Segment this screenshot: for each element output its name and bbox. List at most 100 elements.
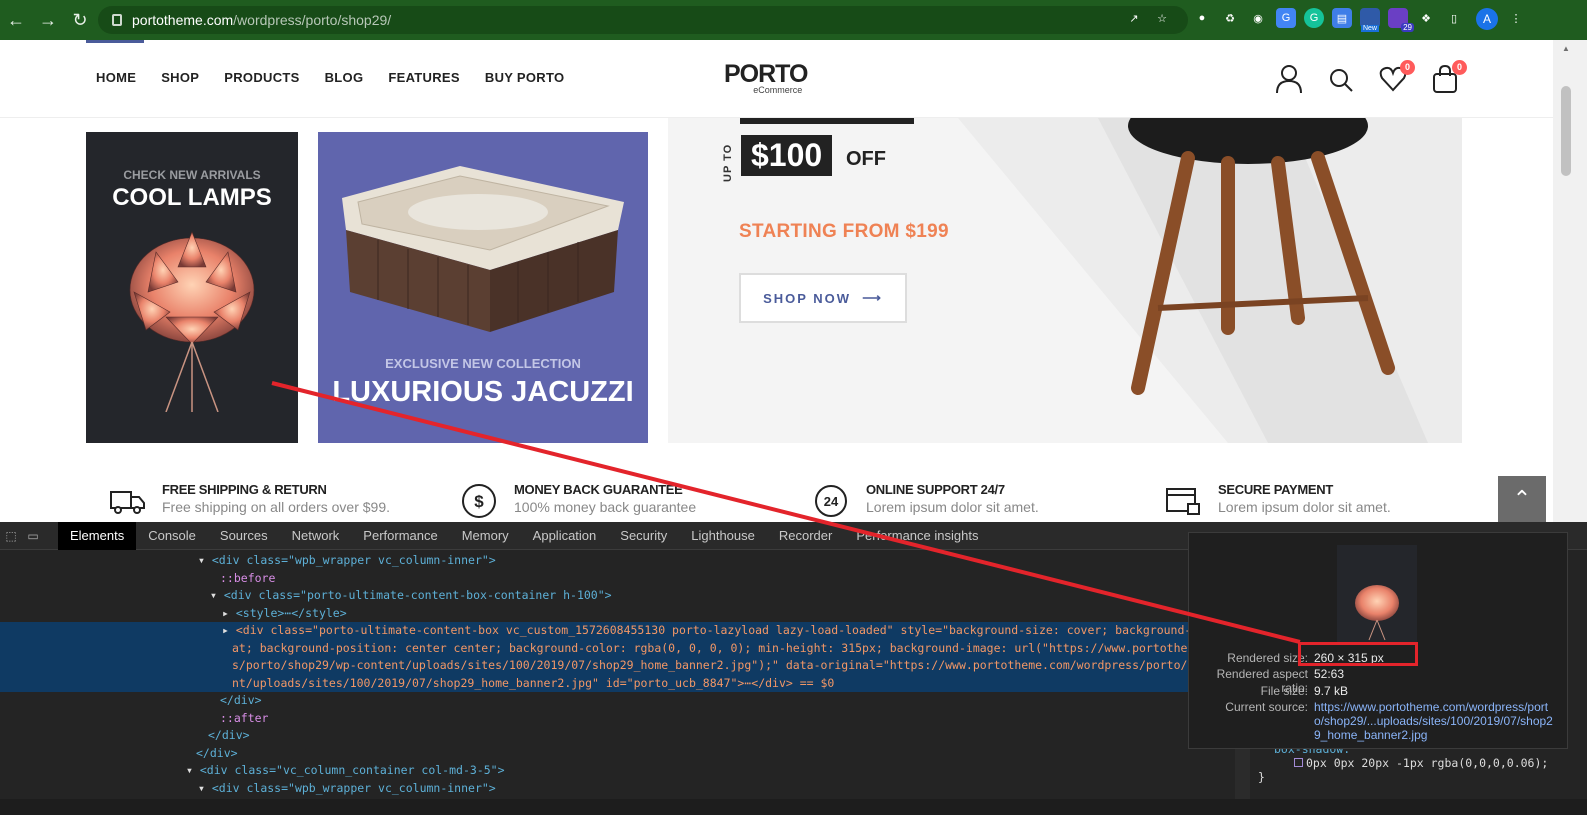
tooltip-row-current-source: Current source: https://www.portotheme.co…	[1189, 700, 1569, 742]
dom-line[interactable]: ::after	[0, 710, 1250, 728]
svg-text:$: $	[474, 492, 484, 511]
address-bar[interactable]: portotheme.com/wordpress/porto/shop29/	[98, 6, 1188, 34]
dom-tree: ▾ <div class="wpb_wrapper vc_column-inne…	[0, 552, 1250, 797]
feature-title: FREE SHIPPING & RETURN	[162, 482, 327, 497]
banner-luxurious-jacuzzi[interactable]: EXCLUSIVE NEW COLLECTION LUXURIOUS JACUZ…	[318, 132, 648, 443]
tab-performance[interactable]: Performance	[351, 522, 449, 550]
arrow-right-icon: ⟶	[862, 290, 883, 305]
tab-memory[interactable]: Memory	[450, 522, 521, 550]
dom-line[interactable]: ▾ <div class="vc_column_container col-md…	[0, 762, 1250, 780]
dom-line-text: <div class="porto-ultimate-content-box v…	[235, 623, 1250, 637]
dom-line[interactable]: ::before	[0, 570, 1250, 588]
feature-support: 24 ONLINE SUPPORT 24/7 Lorem ipsum dolor …	[812, 482, 1164, 520]
menu-features[interactable]: FEATURES	[388, 70, 460, 85]
dom-line-selected[interactable]: nt/uploads/sites/100/2019/07/shop29_home…	[0, 674, 1250, 692]
tab-application[interactable]: Application	[521, 522, 609, 550]
jacuzzi-banner-title: LUXURIOUS JACUZZI	[332, 376, 634, 408]
main-menu: HOME SHOP PRODUCTS BLOG FEATURES BUY POR…	[96, 70, 589, 85]
dom-line[interactable]: ▸ <style>⋯</style>	[0, 605, 1250, 623]
tab-security[interactable]: Security	[608, 522, 679, 550]
search-icon[interactable]	[1327, 64, 1355, 94]
share-icon[interactable]: ↗	[1124, 8, 1144, 28]
extensions-bar: ↗ ☆ ● ♻ ◉ G G ▤ New 29 ❖ ▯ A ⋮	[1124, 8, 1526, 32]
back-icon[interactable]: ←	[0, 10, 32, 31]
tab-network[interactable]: Network	[280, 522, 352, 550]
feature-desc: Lorem ipsum dolor sit amet.	[866, 499, 1039, 515]
feature-shipping: FREE SHIPPING & RETURN Free shipping on a…	[108, 482, 460, 520]
dom-line[interactable]: ▾ <div class="wpb_wrapper vc_column-inne…	[0, 780, 1250, 798]
hat-extension-icon[interactable]: 29	[1388, 8, 1414, 32]
feature-desc: Lorem ipsum dolor sit amet.	[1218, 499, 1391, 515]
forward-icon[interactable]: →	[32, 10, 64, 31]
style-value[interactable]: 0px 0px 20px -1px rgba(0,0,0,0.06);	[1254, 756, 1570, 770]
secure-card-icon	[1166, 488, 1200, 515]
docs-icon[interactable]: ▤	[1332, 8, 1352, 28]
tooltip-source-link[interactable]: https://www.portotheme.com/wordpress/por…	[1314, 700, 1554, 742]
menu-kebab-icon[interactable]: ⋮	[1506, 8, 1526, 28]
tab-performance-insights[interactable]: Performance insights	[844, 522, 990, 550]
cart-icon[interactable]: 0	[1431, 60, 1467, 94]
camera-icon[interactable]: ◉	[1248, 8, 1268, 28]
dom-line[interactable]: ▾ <div class="wpb_wrapper vc_column-inne…	[0, 552, 1250, 570]
tab-sources[interactable]: Sources	[208, 522, 280, 550]
new-extension-icon[interactable]: New	[1360, 8, 1380, 32]
dom-line[interactable]: ▾ <div class="porto-ultimate-content-box…	[0, 587, 1250, 605]
dom-line[interactable]: </div>	[0, 727, 1250, 745]
shadow-swatch-icon[interactable]	[1294, 758, 1303, 767]
dom-line-selected[interactable]: ▸ <div class="porto-ultimate-content-box…	[0, 622, 1250, 640]
inspect-element-icon[interactable]: ⬚	[0, 529, 22, 543]
devtools-breadcrumb	[0, 799, 1587, 815]
menu-products[interactable]: PRODUCTS	[224, 70, 299, 85]
menu-buy-porto[interactable]: BUY PORTO	[485, 70, 565, 85]
recycle-icon[interactable]: ♻	[1220, 8, 1240, 28]
scroll-to-top-button[interactable]: ⌃	[1498, 476, 1546, 522]
discount-price: $100	[741, 135, 833, 176]
user-icon[interactable]	[1275, 64, 1303, 94]
tab-lighthouse[interactable]: Lighthouse	[679, 522, 767, 550]
menu-shop[interactable]: SHOP	[161, 70, 199, 85]
dom-line-selected[interactable]: at; background-position: center center; …	[0, 639, 1250, 657]
puzzle-icon[interactable]: ❖	[1416, 8, 1436, 28]
translate-icon[interactable]: G	[1276, 8, 1296, 28]
sidepanel-icon[interactable]: ▯	[1444, 8, 1464, 28]
dom-line[interactable]: </div>	[0, 745, 1250, 763]
jacuzzi-image	[342, 166, 624, 332]
banner-cool-lamps[interactable]: CHECK NEW ARRIVALS COOL LAMPS	[86, 132, 298, 443]
profile-avatar[interactable]: A	[1476, 8, 1498, 30]
menu-home[interactable]: HOME	[96, 70, 136, 85]
wishlist-heart-icon[interactable]: 0	[1379, 60, 1415, 94]
scroll-up-arrow-icon[interactable]: ▲	[1562, 44, 1570, 53]
device-toolbar-icon[interactable]: ▭	[22, 529, 44, 543]
star-icon[interactable]: ☆	[1152, 8, 1172, 28]
dom-line-text: <div class="porto-ultimate-content-box-c…	[223, 588, 612, 602]
lamp-banner-subtitle: CHECK NEW ARRIVALS	[123, 168, 261, 182]
header-icons: 0 0	[1275, 60, 1467, 94]
reload-icon[interactable]: ↻	[64, 10, 96, 31]
site-logo[interactable]: PORTO eCommerce	[724, 60, 808, 95]
dom-line-text: <style>⋯</style>	[235, 605, 347, 620]
site-header: HOME SHOP PRODUCTS BLOG FEATURES BUY POR…	[0, 40, 1553, 118]
tab-console[interactable]: Console	[136, 522, 208, 550]
dom-line-text: nt/uploads/sites/100/2019/07/shop29_home…	[232, 675, 835, 690]
dom-line-text: s/porto/shop29/wp-content/uploads/sites/…	[232, 658, 1250, 672]
feature-title: MONEY BACK GUARANTEE	[514, 482, 683, 497]
dom-line-selected[interactable]: s/porto/shop29/wp-content/uploads/sites/…	[0, 657, 1250, 675]
support-24-icon: 24	[815, 485, 847, 517]
page-scrollbar[interactable]: ▲	[1553, 40, 1587, 522]
grammarly-icon[interactable]: G	[1304, 8, 1324, 28]
tab-recorder[interactable]: Recorder	[767, 522, 844, 550]
scrollbar-thumb[interactable]	[1561, 86, 1571, 176]
dom-line-text: <div class="wpb_wrapper vc_column-inner"…	[211, 780, 496, 795]
up-to-label: UP TO	[722, 143, 734, 182]
tooltip-key: File size:	[1260, 684, 1308, 698]
feature-title: SECURE PAYMENT	[1218, 482, 1333, 497]
banner-chair-sale[interactable]: UP TO $100 OFF STARTING FROM $199 SHOP N…	[668, 118, 1462, 443]
globe-icon[interactable]: ●	[1192, 8, 1212, 28]
dom-line[interactable]: </div>	[0, 692, 1250, 710]
menu-blog[interactable]: BLOG	[325, 70, 364, 85]
dom-line-text: ::before	[220, 570, 276, 585]
tooltip-row-file-size: File size: 9.7 kB	[1189, 684, 1569, 698]
tab-elements[interactable]: Elements	[58, 521, 137, 550]
dom-line-text: at; background-position: center center; …	[232, 640, 1250, 655]
shop-now-button[interactable]: SHOP NOW ⟶	[739, 273, 907, 323]
